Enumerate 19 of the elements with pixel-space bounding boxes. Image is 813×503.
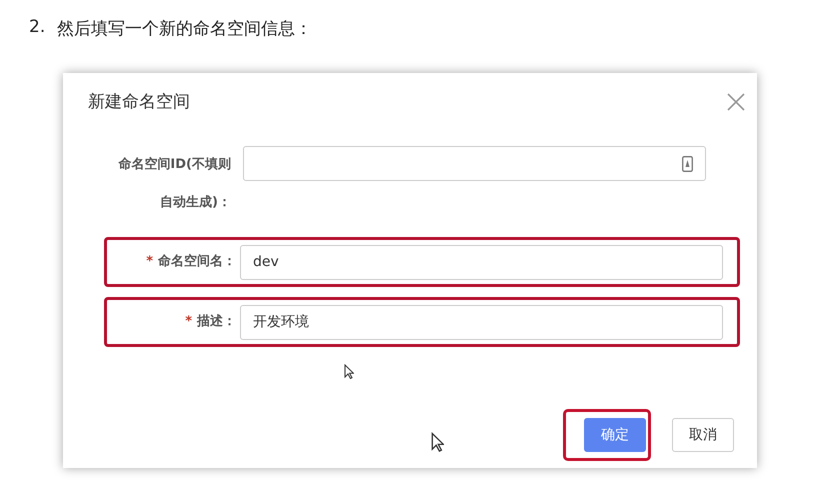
field-value: 开发环境 [253,313,309,331]
input-field[interactable] [243,146,706,181]
field-value: dev [253,254,279,270]
field-label: 描述： [197,314,236,329]
close-icon[interactable] [727,92,745,110]
input-field[interactable]: 开发环境 [240,304,723,340]
cursor-icon [344,364,354,379]
cursor-icon [431,432,444,452]
dialog-title: 新建命名空间 [88,91,190,113]
input-field[interactable]: dev [240,244,723,280]
key-icon [682,156,693,172]
cancel-button[interactable]: 取消 [672,418,734,452]
required-mark: * [146,254,153,269]
step-text: 然后填写一个新的命名空间信息： [57,18,312,40]
field-label: 命名空间名： [158,254,236,269]
confirm-button[interactable]: 确定 [584,418,646,452]
step-number: 2. [29,17,46,39]
field-label: 命名空间ID(不填则自动生成)： [118,157,231,210]
required-mark: * [185,314,192,329]
